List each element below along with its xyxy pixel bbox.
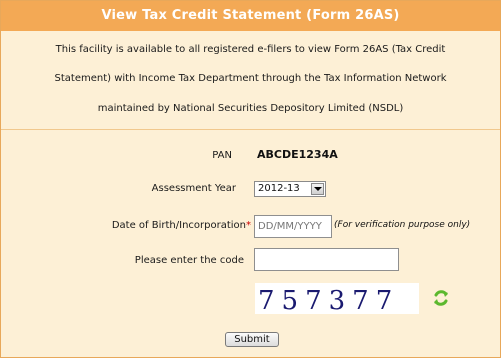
intro-line-1: This facility is available to all regist…	[55, 44, 446, 55]
captcha-image: 757377	[255, 283, 419, 316]
intro-text: This facility is available to all regist…	[1, 32, 500, 129]
refresh-icon[interactable]	[432, 289, 450, 307]
dob-input[interactable]	[254, 215, 332, 238]
captcha-input[interactable]	[254, 248, 399, 271]
chevron-down-icon[interactable]	[311, 183, 324, 195]
submit-button[interactable]: Submit	[225, 332, 279, 347]
intro-line-3: maintained by National Securities Deposi…	[97, 103, 404, 114]
dob-label-text: Date of Birth/Incorporation	[111, 220, 246, 231]
captcha-graphic: 757377	[255, 283, 419, 316]
panel-title: View Tax Credit Statement (Form 26AS)	[1, 1, 500, 31]
dob-hint: (For verification purpose only)	[334, 220, 471, 230]
assessment-year-select[interactable]: 2012-13	[254, 181, 326, 197]
captcha-text: 757377	[258, 286, 399, 314]
assessment-year-label: Assessment Year	[151, 183, 236, 194]
divider	[1, 129, 500, 130]
dob-label: Date of Birth/Incorporation*	[112, 220, 251, 231]
intro-line-2: Statement) with Income Tax Department th…	[54, 73, 447, 84]
code-label: Please enter the code	[134, 255, 244, 266]
pan-value: ABCDE1234A	[257, 148, 338, 161]
pan-label: PAN	[212, 150, 232, 161]
assessment-year-value: 2012-13	[258, 183, 300, 194]
form26as-panel: View Tax Credit Statement (Form 26AS) Th…	[0, 0, 501, 358]
required-mark: *	[246, 220, 251, 231]
